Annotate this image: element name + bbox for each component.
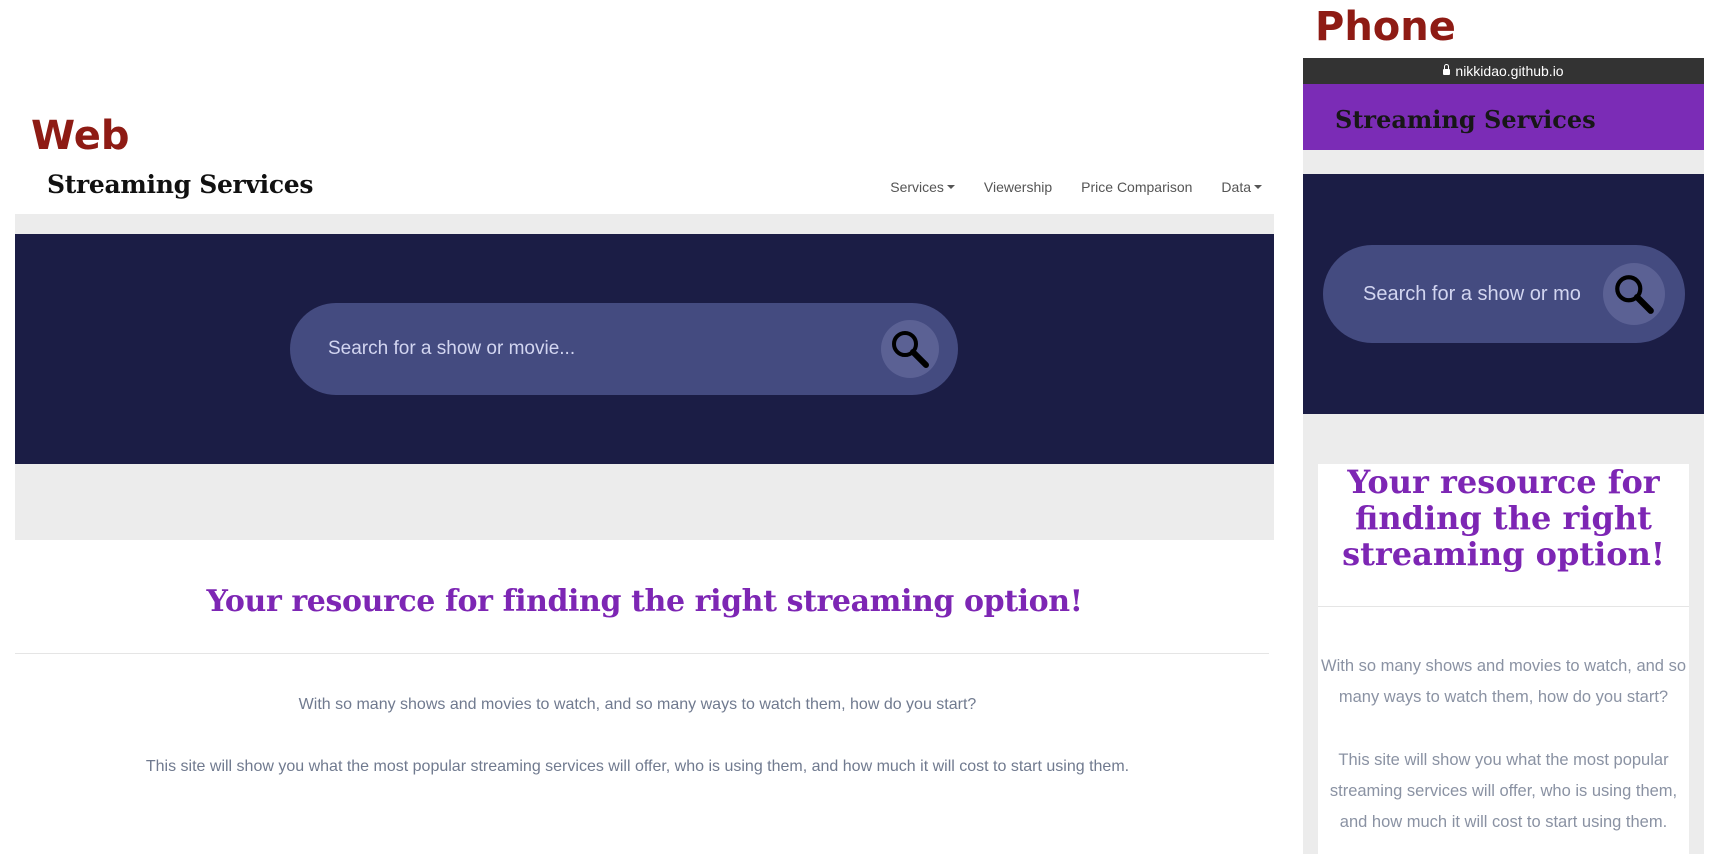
search-input[interactable] — [328, 333, 848, 365]
search-bar — [290, 303, 958, 395]
nav-item-label: Data — [1221, 179, 1251, 195]
hero-banner — [15, 234, 1274, 464]
description-paragraph: This site will show you what the most po… — [1329, 751, 1678, 831]
hero-banner — [1303, 174, 1704, 414]
url-text: nikkidao.github.io — [1455, 63, 1564, 79]
nav-item-viewership[interactable]: Viewership — [984, 179, 1052, 195]
nav-menu: Services Viewership Price Comparison Dat… — [890, 179, 1262, 195]
divider — [15, 653, 1269, 654]
search-button[interactable] — [881, 320, 939, 378]
nav-item-label: Price Comparison — [1081, 179, 1193, 195]
headline: Your resource for finding the right stre… — [1342, 463, 1665, 573]
mobile-header: Streaming Services — [1303, 84, 1704, 150]
nav-item-label: Services — [890, 179, 944, 195]
lock-icon — [1443, 64, 1451, 75]
navbar: Streaming Services Services Viewership P… — [15, 160, 1274, 214]
intro-paragraph: With so many shows and movies to watch, … — [1321, 657, 1686, 706]
search-icon — [1615, 275, 1654, 314]
content-card: Your resource for finding the right stre… — [1318, 464, 1689, 854]
intro-paragraph: With so many shows and movies to watch, … — [298, 696, 977, 713]
search-bar — [1323, 245, 1685, 343]
phone-screenshot: nikkidao.github.io Streaming Services Yo… — [1303, 58, 1704, 854]
brand-title[interactable]: Streaming Services — [1335, 105, 1596, 134]
web-label: Web — [31, 113, 130, 159]
search-input[interactable] — [1363, 279, 1581, 309]
caret-down-icon — [1254, 185, 1262, 189]
url-bar[interactable]: nikkidao.github.io — [1303, 58, 1704, 84]
brand-title[interactable]: Streaming Services — [47, 170, 313, 199]
caret-down-icon — [946, 185, 955, 189]
nav-item-label: Viewership — [983, 179, 1053, 195]
description-paragraph: This site will show you what the most po… — [145, 758, 1130, 775]
nav-item-data[interactable]: Data — [1221, 179, 1262, 195]
divider — [1318, 606, 1689, 607]
search-icon — [892, 331, 929, 368]
phone-label: Phone — [1315, 4, 1456, 50]
nav-item-price-comparison[interactable]: Price Comparison — [1081, 179, 1192, 195]
hero-bottom-band — [15, 464, 1274, 540]
headline: Your resource for finding the right stre… — [206, 584, 1083, 619]
web-screenshot: Streaming Services Services Viewership P… — [15, 160, 1274, 854]
nav-item-services[interactable]: Services — [890, 179, 955, 195]
hero-top-band — [15, 214, 1274, 234]
search-button[interactable] — [1603, 263, 1665, 325]
